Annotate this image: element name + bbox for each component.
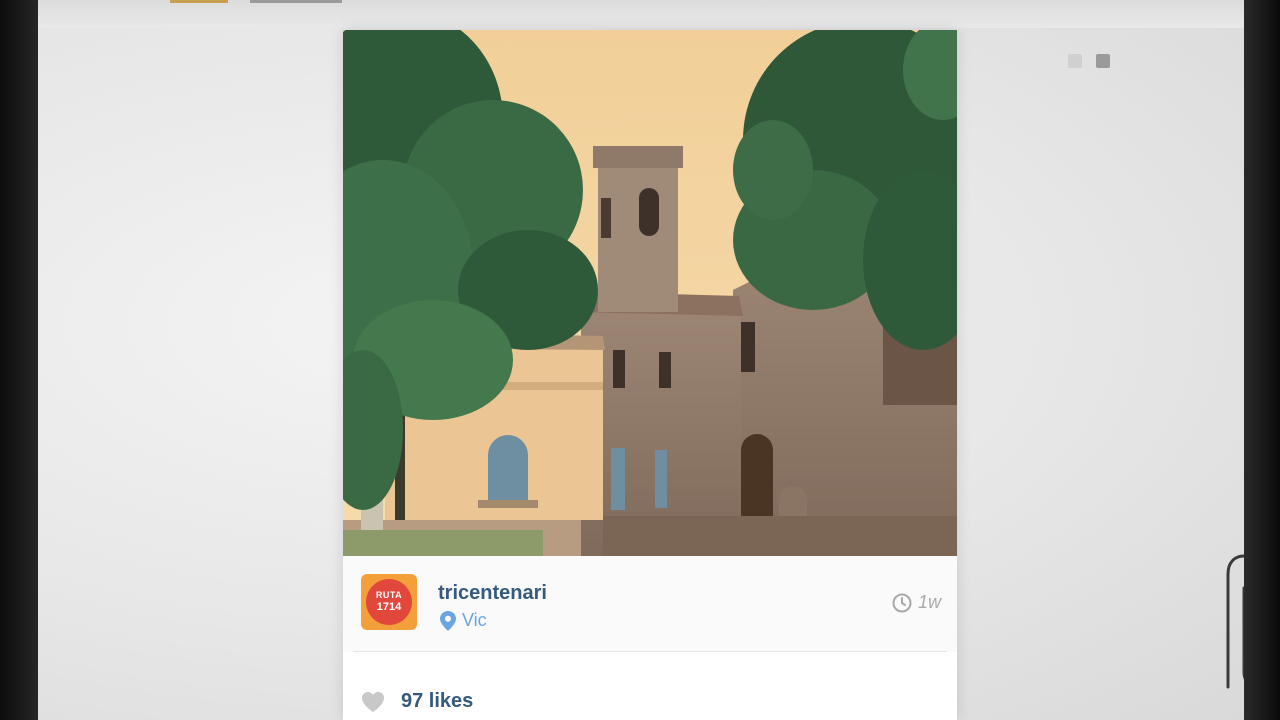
top-bar-text: [250, 0, 342, 3]
share-icon[interactable]: [1068, 54, 1082, 68]
map-pin-icon: [440, 610, 456, 631]
post-time: 1w: [892, 592, 941, 613]
app-logo[interactable]: [170, 0, 228, 3]
options-icon[interactable]: [1096, 54, 1110, 68]
avatar[interactable]: RUTA 1714: [361, 574, 417, 630]
username-link[interactable]: tricentenari: [438, 582, 547, 605]
header-icons: [1068, 54, 1110, 68]
device-bezel-right: [1244, 0, 1280, 720]
top-bar: [38, 0, 1244, 28]
avatar-text-top: RUTA: [375, 590, 403, 600]
likes-count[interactable]: 97 likes: [401, 690, 473, 713]
app-screen: RUTA 1714 tricentenari Vic 1w 97 likes: [38, 0, 1262, 720]
location-name: Vic: [462, 610, 487, 630]
likes-row: 97 likes: [361, 690, 473, 713]
post-header: RUTA 1714 tricentenari Vic 1w: [343, 556, 957, 652]
device-bezel-left: [0, 0, 38, 720]
post-card: RUTA 1714 tricentenari Vic 1w 97 likes: [343, 30, 957, 720]
divider: [353, 651, 947, 652]
post-photo[interactable]: [343, 30, 957, 556]
avatar-logo: RUTA 1714: [366, 579, 412, 625]
avatar-text-bottom: 1714: [376, 601, 402, 613]
clock-icon: [892, 593, 912, 612]
heart-icon[interactable]: [361, 691, 385, 713]
location-link[interactable]: Vic: [440, 610, 487, 631]
time-ago: 1w: [917, 592, 941, 612]
